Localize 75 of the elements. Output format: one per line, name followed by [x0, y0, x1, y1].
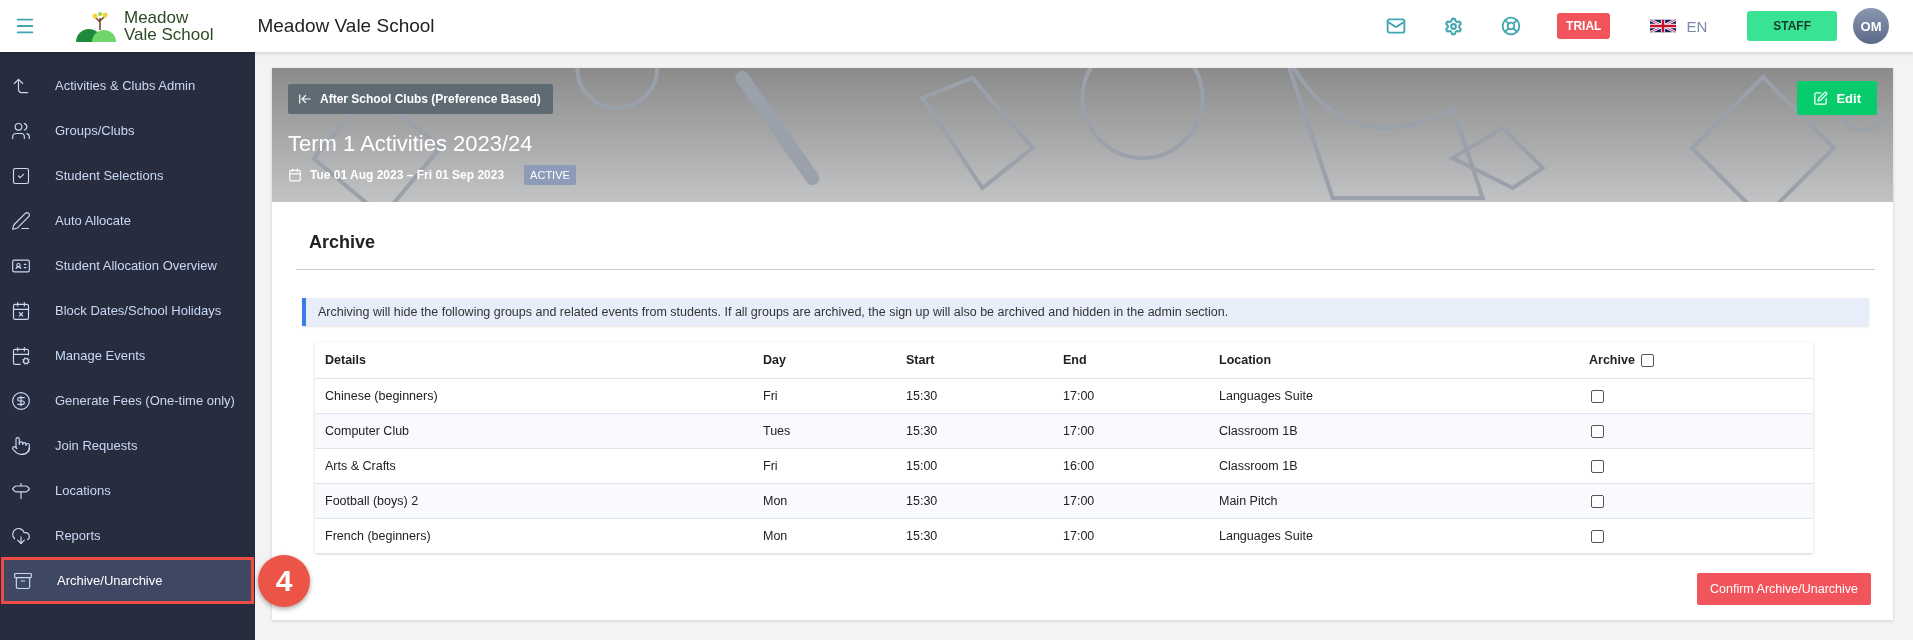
table-cell-text: 15:30 — [905, 424, 939, 438]
mail-icon[interactable] — [1386, 16, 1407, 36]
archive-checkbox[interactable] — [1591, 424, 1604, 438]
uk-flag-icon — [1650, 18, 1677, 34]
school-name: Meadow Vale School — [257, 15, 435, 37]
sidebar-item[interactable]: Block Dates/School Holidays — [0, 288, 255, 333]
table-cell-text: Classroom 1B — [1218, 424, 1299, 438]
sidebar-item-icon — [9, 390, 33, 411]
table-cell-text: Computer Club — [324, 424, 411, 438]
edit-icon — [1813, 90, 1829, 106]
archive-checkbox[interactable] — [1591, 389, 1604, 403]
sidebar-item-icon — [9, 480, 33, 501]
table-cell-text: Mon — [762, 529, 789, 543]
table-cell-text: 15:30 — [905, 494, 939, 508]
sidebar-item[interactable]: Archive/Unarchive — [2, 558, 253, 603]
table-cell-text: French (beginners) — [324, 529, 432, 543]
table-cell-text: Chinese (beginners) — [324, 389, 439, 403]
table-cell-text: Arts & Crafts — [324, 459, 397, 473]
logo-text: Meadow Vale School — [124, 9, 214, 43]
sidebar-item[interactable]: Manage Events — [0, 333, 255, 378]
staff-button[interactable]: STAFF — [1747, 11, 1837, 41]
status-badge: ACTIVE — [524, 165, 576, 185]
sidebar-item[interactable]: Join Requests — [0, 423, 255, 468]
table-cell-text: 15:30 — [905, 529, 939, 543]
sidebar-item[interactable]: Student Selections — [0, 153, 255, 198]
select-all-checkbox[interactable] — [1640, 353, 1654, 367]
table-cell-text: Languages Suite — [1218, 529, 1314, 543]
sidebar-item[interactable]: Locations — [0, 468, 255, 513]
column-header: Start — [905, 353, 936, 367]
table-cell-text: 15:30 — [905, 389, 939, 403]
sidebar-item-icon — [9, 525, 33, 546]
archive-checkbox[interactable] — [1591, 494, 1604, 508]
table-cell-text: Fri — [762, 389, 779, 403]
settings-icon[interactable] — [1444, 16, 1464, 36]
user-avatar[interactable]: OM — [1853, 8, 1889, 44]
trial-badge: TRIAL — [1557, 13, 1611, 39]
column-header: End — [1062, 353, 1088, 367]
calendar-icon — [288, 168, 302, 182]
table-cell-text: Fri — [762, 459, 779, 473]
sidebar-item[interactable]: Student Allocation Overview — [0, 243, 255, 288]
section-title: Archive — [296, 202, 1875, 270]
column-header: Location — [1218, 353, 1273, 367]
step-callout-badge: 4 — [258, 555, 310, 607]
sidebar-item-icon — [9, 210, 33, 231]
sidebar-item-icon — [11, 570, 35, 591]
table-cell-text: 17:00 — [1062, 424, 1096, 438]
back-arrow-icon — [298, 92, 312, 106]
table-cell-text: 15:00 — [905, 459, 939, 473]
column-header: Archive — [1579, 353, 1813, 367]
date-range: Tue 01 Aug 2023 – Fri 01 Sep 2023 — [310, 168, 505, 182]
table-cell-text: Main Pitch — [1218, 494, 1279, 508]
sidebar-item-icon — [9, 435, 33, 456]
sidebar-item[interactable]: Activities & Clubs Admin — [0, 63, 255, 108]
info-message: Archiving will hide the following groups and related events from students. If all groups are archived, the sign up will also be archived and hidden in the admin section. — [302, 298, 1869, 326]
column-header: Day — [762, 353, 787, 367]
archive-checkbox[interactable] — [1591, 459, 1604, 473]
column-header: Details — [324, 353, 367, 367]
table-cell-text: Classroom 1B — [1218, 459, 1299, 473]
archive-checkbox[interactable] — [1591, 529, 1604, 543]
sidebar-item[interactable]: Reports — [0, 513, 255, 558]
table-cell-text: 17:00 — [1062, 529, 1096, 543]
table-cell-text: 17:00 — [1062, 494, 1096, 508]
table-cell-text: 17:00 — [1062, 389, 1096, 403]
back-button[interactable]: After School Clubs (Preference Based) — [288, 84, 553, 114]
table-cell-text: Football (boys) 2 — [324, 494, 420, 508]
activity-title: Term 1 Activities 2023/24 — [288, 131, 534, 157]
sidebar-item[interactable]: Auto Allocate — [0, 198, 255, 243]
sidebar-item-icon — [9, 120, 33, 141]
lifebuoy-icon[interactable] — [1501, 16, 1522, 36]
sidebar-item[interactable]: Generate Fees (One-time only) — [0, 378, 255, 423]
table-cell-text: Mon — [762, 494, 789, 508]
table-cell-text: Tues — [762, 424, 792, 438]
table-cell-text: Languages Suite — [1218, 389, 1314, 403]
sidebar-item[interactable]: Groups/Clubs — [0, 108, 255, 153]
table-cell-text: 16:00 — [1062, 459, 1096, 473]
